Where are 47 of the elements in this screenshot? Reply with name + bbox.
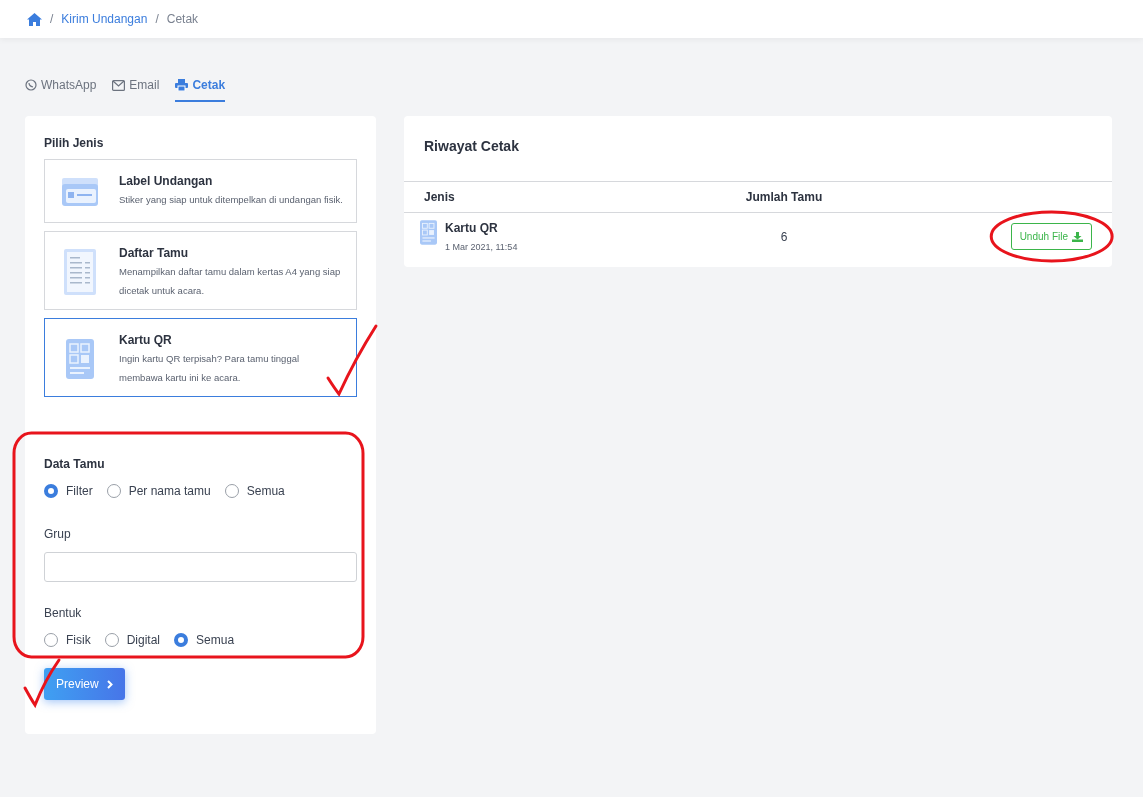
- hand-drawn-check-mark: [326, 324, 378, 396]
- column-header: Jenis: [424, 189, 456, 206]
- row-date: 1 Mar 2021, 11:54: [445, 241, 518, 254]
- tab[interactable]: Cetak: [175, 70, 226, 102]
- document-list-illustration: [64, 249, 96, 295]
- section-title: Data Tamu: [44, 456, 106, 473]
- column-header: Jumlah Tamu: [744, 189, 824, 206]
- section-title: Pilih Jenis: [44, 135, 105, 152]
- option-title: Daftar Tamu: [119, 245, 190, 262]
- tab[interactable]: WhatsApp: [25, 70, 97, 102]
- qr-card-illustration: [66, 339, 94, 379]
- type-option-card[interactable]: Kartu QR Ingin kartu QR terpisah? Para tamu tinggal membawa kartu ini ke acara.: [44, 318, 357, 397]
- chat-bubble-icon: [25, 79, 37, 91]
- label-card-illustration: [60, 177, 100, 208]
- option-title: Label Undangan: [119, 173, 214, 190]
- panel-title: Riwayat Cetak: [424, 138, 519, 154]
- option-title: Kartu QR: [119, 332, 173, 349]
- breadcrumb-separator: /: [50, 11, 54, 28]
- download-icon: [1072, 231, 1083, 242]
- row-title: Kartu QR: [445, 220, 499, 237]
- radio-label: Fisik: [66, 632, 91, 649]
- type-option-card[interactable]: Label Undangan Stiker yang siap untuk ditempelkan di undangan fisik.: [44, 159, 357, 223]
- radio-label: Filter: [66, 483, 93, 500]
- chevron-right-icon: [106, 679, 113, 689]
- type-option-card[interactable]: Daftar Tamu Menampilkan daftar tamu dalam kertas A4 yang siap dicetak untuk acara.: [44, 231, 357, 310]
- field-label: Grup: [44, 527, 71, 541]
- group-input-field[interactable]: [44, 552, 357, 582]
- envelope-icon: [112, 79, 126, 91]
- radio-button[interactable]: [44, 484, 58, 498]
- table-cell-text: 6: [779, 228, 789, 246]
- home-icon[interactable]: [27, 12, 42, 26]
- radio-button[interactable]: [174, 633, 189, 647]
- radio-label: Per nama tamu: [128, 483, 211, 500]
- download-file-button[interactable]: Unduh File: [1010, 223, 1092, 251]
- preview-button[interactable]: Preview: [44, 668, 125, 700]
- breadcrumb-link[interactable]: Kirim Undangan: [61, 10, 148, 28]
- radio-label: Digital: [126, 632, 161, 649]
- radio-label: Semua: [196, 632, 235, 649]
- field-label: Bentuk: [44, 606, 82, 620]
- breadcrumb-current: Cetak: [166, 11, 199, 28]
- printer-icon: [175, 79, 189, 91]
- option-description: Ingin kartu QR terpisah? Para tamu tinggal membawa kartu ini ke acara.: [119, 352, 301, 385]
- option-description: Menampilkan daftar tamu dalam kertas A4 yang siap dicetak untuk acara.: [119, 265, 342, 298]
- breadcrumb-separator: /: [155, 11, 159, 28]
- radio-label: Semua: [246, 483, 285, 500]
- tab[interactable]: Email: [112, 70, 160, 102]
- option-description: Stiker yang siap untuk ditempelkan di undangan fisik.: [119, 193, 343, 207]
